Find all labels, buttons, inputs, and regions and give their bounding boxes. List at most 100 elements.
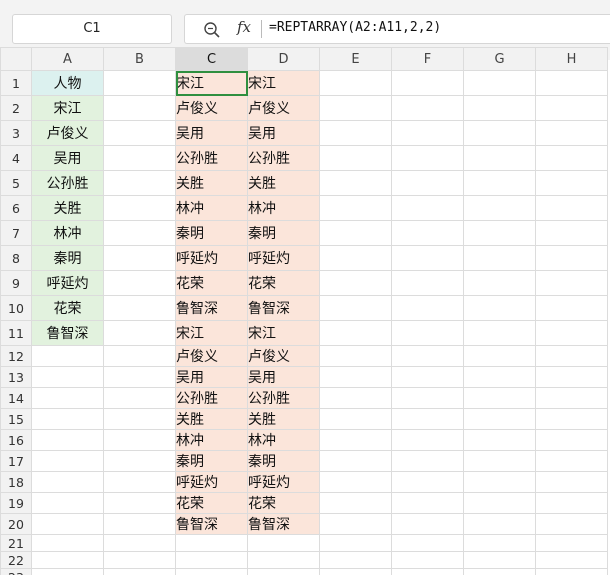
column-header-h[interactable]: H: [535, 47, 608, 71]
cell-d16[interactable]: 林冲: [247, 429, 320, 451]
cell-b15[interactable]: [103, 408, 176, 430]
cell-d13[interactable]: 吴用: [247, 366, 320, 388]
cell-b17[interactable]: [103, 450, 176, 472]
row-header[interactable]: 2: [0, 95, 32, 121]
cell-d19[interactable]: 花荣: [247, 492, 320, 514]
cell-h22[interactable]: [535, 551, 608, 569]
cell-d7[interactable]: 秦明: [247, 220, 320, 246]
cell-a2[interactable]: 宋江: [31, 95, 104, 121]
cell-b20[interactable]: [103, 513, 176, 535]
cell-d2[interactable]: 卢俊义: [247, 95, 320, 121]
cell-c4[interactable]: 公孙胜: [175, 145, 248, 171]
cell-d14[interactable]: 公孙胜: [247, 387, 320, 409]
cell-e16[interactable]: [319, 429, 392, 451]
cell-g3[interactable]: [463, 120, 536, 146]
row-header[interactable]: 11: [0, 320, 32, 346]
row-header[interactable]: 7: [0, 220, 32, 246]
cell-c20[interactable]: 鲁智深: [175, 513, 248, 535]
cell-c19[interactable]: 花荣: [175, 492, 248, 514]
cell-f7[interactable]: [391, 220, 464, 246]
cell-g6[interactable]: [463, 195, 536, 221]
cell-b7[interactable]: [103, 220, 176, 246]
cell-c2[interactable]: 卢俊义: [175, 95, 248, 121]
cell-h19[interactable]: [535, 492, 608, 514]
cell-h2[interactable]: [535, 95, 608, 121]
cell-g11[interactable]: [463, 320, 536, 346]
cell-e8[interactable]: [319, 245, 392, 271]
name-box[interactable]: C1: [12, 14, 172, 44]
cell-f15[interactable]: [391, 408, 464, 430]
cell-g22[interactable]: [463, 551, 536, 569]
cell-g20[interactable]: [463, 513, 536, 535]
cell-h1[interactable]: [535, 70, 608, 96]
column-header-g[interactable]: G: [463, 47, 536, 71]
cell-g19[interactable]: [463, 492, 536, 514]
cell-g18[interactable]: [463, 471, 536, 493]
cell-a21[interactable]: [31, 534, 104, 552]
cell-c1[interactable]: 宋江: [175, 70, 248, 96]
row-header[interactable]: 16: [0, 429, 32, 451]
cell-a5[interactable]: 公孙胜: [31, 170, 104, 196]
cell-c7[interactable]: 秦明: [175, 220, 248, 246]
cell-a13[interactable]: [31, 366, 104, 388]
cell-h13[interactable]: [535, 366, 608, 388]
row-header[interactable]: 5: [0, 170, 32, 196]
cell-b22[interactable]: [103, 551, 176, 569]
cell-b3[interactable]: [103, 120, 176, 146]
cell-b2[interactable]: [103, 95, 176, 121]
cell-a15[interactable]: [31, 408, 104, 430]
cell-f4[interactable]: [391, 145, 464, 171]
row-header[interactable]: 19: [0, 492, 32, 514]
cell-a22[interactable]: [31, 551, 104, 569]
cell-b18[interactable]: [103, 471, 176, 493]
cell-e2[interactable]: [319, 95, 392, 121]
cell-d21[interactable]: [247, 534, 320, 552]
cell-a12[interactable]: [31, 345, 104, 367]
formula-text[interactable]: =REPTARRAY(A2:A11,2,2): [269, 20, 441, 35]
cell-a19[interactable]: [31, 492, 104, 514]
cell-c21[interactable]: [175, 534, 248, 552]
cell-h7[interactable]: [535, 220, 608, 246]
cell-f2[interactable]: [391, 95, 464, 121]
cell-b4[interactable]: [103, 145, 176, 171]
cell-a1[interactable]: 人物: [31, 70, 104, 96]
cell-f12[interactable]: [391, 345, 464, 367]
cell-b23[interactable]: [103, 568, 176, 575]
cell-a16[interactable]: [31, 429, 104, 451]
cell-h15[interactable]: [535, 408, 608, 430]
cell-b14[interactable]: [103, 387, 176, 409]
cell-d11[interactable]: 宋江: [247, 320, 320, 346]
row-header[interactable]: 17: [0, 450, 32, 472]
cell-f23[interactable]: [391, 568, 464, 575]
row-header[interactable]: 8: [0, 245, 32, 271]
row-header[interactable]: 4: [0, 145, 32, 171]
cell-c16[interactable]: 林冲: [175, 429, 248, 451]
cell-f18[interactable]: [391, 471, 464, 493]
cell-e5[interactable]: [319, 170, 392, 196]
cell-b11[interactable]: [103, 320, 176, 346]
cell-e15[interactable]: [319, 408, 392, 430]
cell-d6[interactable]: 林冲: [247, 195, 320, 221]
cell-a17[interactable]: [31, 450, 104, 472]
select-all-corner[interactable]: [0, 47, 32, 71]
row-header[interactable]: 10: [0, 295, 32, 321]
row-header[interactable]: 13: [0, 366, 32, 388]
cell-b1[interactable]: [103, 70, 176, 96]
cell-c6[interactable]: 林冲: [175, 195, 248, 221]
cell-f22[interactable]: [391, 551, 464, 569]
cell-h18[interactable]: [535, 471, 608, 493]
cell-c17[interactable]: 秦明: [175, 450, 248, 472]
cell-g7[interactable]: [463, 220, 536, 246]
cell-c15[interactable]: 关胜: [175, 408, 248, 430]
cell-d17[interactable]: 秦明: [247, 450, 320, 472]
cell-a11[interactable]: 鲁智深: [31, 320, 104, 346]
cell-g10[interactable]: [463, 295, 536, 321]
cell-a10[interactable]: 花荣: [31, 295, 104, 321]
cell-d10[interactable]: 鲁智深: [247, 295, 320, 321]
cell-c18[interactable]: 呼延灼: [175, 471, 248, 493]
cell-g1[interactable]: [463, 70, 536, 96]
cell-g12[interactable]: [463, 345, 536, 367]
cell-e13[interactable]: [319, 366, 392, 388]
cell-e17[interactable]: [319, 450, 392, 472]
cell-g2[interactable]: [463, 95, 536, 121]
